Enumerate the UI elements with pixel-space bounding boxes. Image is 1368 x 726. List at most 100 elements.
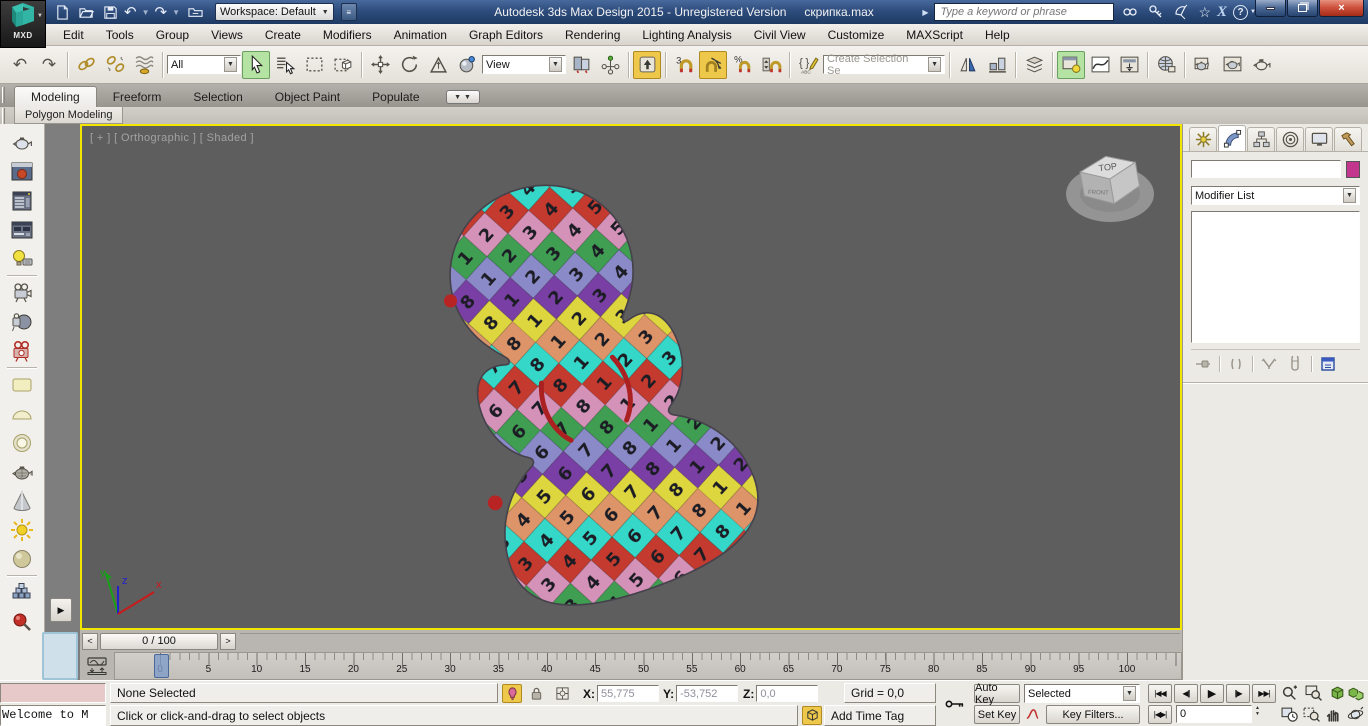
spinner-snap-toggle[interactable] [757,51,785,79]
menu-edit[interactable]: Edit [52,28,95,42]
sphere-primitive-icon[interactable] [5,544,39,573]
free-camera-icon[interactable] [5,278,39,307]
sun-light-icon[interactable] [5,515,39,544]
edit-named-selection-sets-icon[interactable]: {} ABC [794,51,822,79]
percent-snap-toggle[interactable]: % [728,51,756,79]
tab-motion[interactable] [1276,127,1304,151]
workspace-more-button[interactable]: ≡ [340,3,357,21]
select-and-link-icon[interactable] [72,51,100,79]
ribbon-tab-modeling[interactable]: Modeling [14,86,97,107]
communication-center-icon[interactable] [1172,2,1192,22]
menu-maxscript[interactable]: MAXScript [895,28,974,42]
dome-primitive-icon[interactable] [5,399,39,428]
isolate-selection-toggle[interactable] [502,684,522,703]
plane-primitive-icon[interactable] [5,370,39,399]
render-iterative-icon[interactable] [1247,51,1275,79]
project-folder-icon[interactable] [185,2,205,22]
key-mode-dropdown[interactable]: Selected ▼ [1024,684,1140,703]
viewcube[interactable]: TOP FRONT [1058,140,1162,232]
menu-lighting-analysis[interactable]: Lighting Analysis [631,28,742,42]
render-setup-dialog-icon[interactable] [5,186,39,215]
select-and-move-icon[interactable] [366,51,394,79]
selection-lock-toggle[interactable] [526,684,546,703]
ribbon-tab-selection[interactable]: Selection [177,87,258,107]
timeline-playhead[interactable] [154,654,169,678]
y-coord-field[interactable] [676,685,739,702]
select-object-button[interactable] [242,50,270,79]
auto-key-button[interactable]: Auto Key [974,682,1020,706]
remove-modifier-icon[interactable] [1283,354,1307,374]
environment-dialog-icon[interactable] [5,215,39,244]
menu-create[interactable]: Create [254,28,312,42]
selection-filter-dropdown[interactable]: All ▼ [167,55,241,74]
add-time-tag[interactable]: Add Time Tag [824,705,936,726]
viewcube-front-face[interactable]: FRONT [1088,190,1109,197]
ribbon-tab-freeform[interactable]: Freeform [97,87,178,107]
mini-curve-editor-icon[interactable] [80,652,114,680]
tab-utilities[interactable] [1334,127,1362,151]
time-slider-handle[interactable]: 0 / 100 [100,632,218,650]
material-editor-icon[interactable] [1057,50,1085,79]
render-setup-icon[interactable] [1152,51,1180,79]
key-filters-button[interactable]: Key Filters... [1046,705,1140,724]
workspace-dropdown[interactable]: Workspace: Default ▼ [215,3,334,21]
trackbar-ruler[interactable]: 0510152025303540455055606570758085909510… [114,652,1182,680]
time-configuration-icon[interactable] [1278,705,1301,724]
redo-icon[interactable]: ↷ [155,5,168,20]
ribbon-minimize-button[interactable]: ▼ ▼ [445,90,480,104]
keyboard-shortcut-override-toggle[interactable] [633,50,661,79]
target-camera-icon[interactable] [5,307,39,336]
save-file-icon[interactable] [100,2,120,22]
go-to-start-button[interactable]: |◀◀ [1148,684,1172,703]
menu-tools[interactable]: Tools [95,28,145,42]
object-color-swatch[interactable] [1346,160,1360,178]
menu-help[interactable]: Help [974,28,1021,42]
render-production-icon[interactable] [1218,51,1246,79]
sign-in-key-icon[interactable] [1146,2,1166,22]
zoom-extents-all-icon[interactable] [1344,684,1367,703]
go-to-end-button[interactable]: ▶▶| [1252,684,1276,703]
undo-icon[interactable]: ↶ [124,5,137,20]
previous-frame-button[interactable]: ◀|| [1174,684,1198,703]
menu-civil-view[interactable]: Civil View [743,28,817,42]
window-crossing-toggle-icon[interactable] [329,51,357,79]
select-and-manipulate-toggle-icon[interactable] [596,51,624,79]
menu-group[interactable]: Group [145,28,200,42]
cone-primitive-icon[interactable] [5,486,39,515]
open-file-icon[interactable] [76,2,96,22]
bind-to-space-warp-icon[interactable] [130,51,158,79]
left-strip-expand-button[interactable]: ▶ [50,598,72,622]
snaps-toggle-3d-icon[interactable]: 3 [670,51,698,79]
rendered-frame-window-panel-icon[interactable] [5,157,39,186]
next-frame-button[interactable]: ||▶ [1226,684,1250,703]
current-frame-field[interactable] [1176,705,1252,723]
menu-animation[interactable]: Animation [383,28,458,42]
minimize-button[interactable] [1255,0,1286,17]
polygon-modeling-panel-tab[interactable]: Polygon Modeling [14,107,124,124]
mirror-icon[interactable] [954,51,982,79]
default-in-out-tangents-icon[interactable] [1022,705,1042,724]
close-button[interactable]: × [1319,0,1364,17]
tab-create[interactable] [1189,127,1217,151]
orbit-view-icon[interactable] [1344,705,1367,724]
scene-canvas[interactable]: 1234567812345678123456781234567812345678… [82,126,1180,628]
set-keys-button[interactable] [938,685,972,723]
select-by-name-icon[interactable] [271,51,299,79]
use-pivot-point-center-icon[interactable] [567,51,595,79]
field-of-view-region-icon[interactable] [1300,705,1323,724]
time-slider-next-button[interactable]: > [220,632,236,650]
viewport-orthographic[interactable]: [ + ] [ Orthographic ] [ Shaded ] 123456… [80,124,1182,630]
render-teapot-icon[interactable] [5,128,39,157]
key-mode-toggle-button[interactable]: |◀▶| [1148,705,1172,724]
tab-hierarchy[interactable] [1247,127,1275,151]
frame-spinner[interactable]: ▲ ▼ [1255,705,1260,717]
teapot-primitive-icon[interactable] [5,457,39,486]
modifier-list-dropdown[interactable]: Modifier List ▼ [1191,186,1360,205]
pin-stack-icon[interactable] [1191,354,1215,374]
exchange-apps-icon[interactable]: X [1217,4,1227,21]
rendered-frame-window-icon[interactable] [1189,51,1217,79]
ring-primitive-icon[interactable] [5,428,39,457]
time-slider-track[interactable] [240,632,1180,650]
tab-display[interactable] [1305,127,1333,151]
ribbon-tab-populate[interactable]: Populate [356,87,435,107]
